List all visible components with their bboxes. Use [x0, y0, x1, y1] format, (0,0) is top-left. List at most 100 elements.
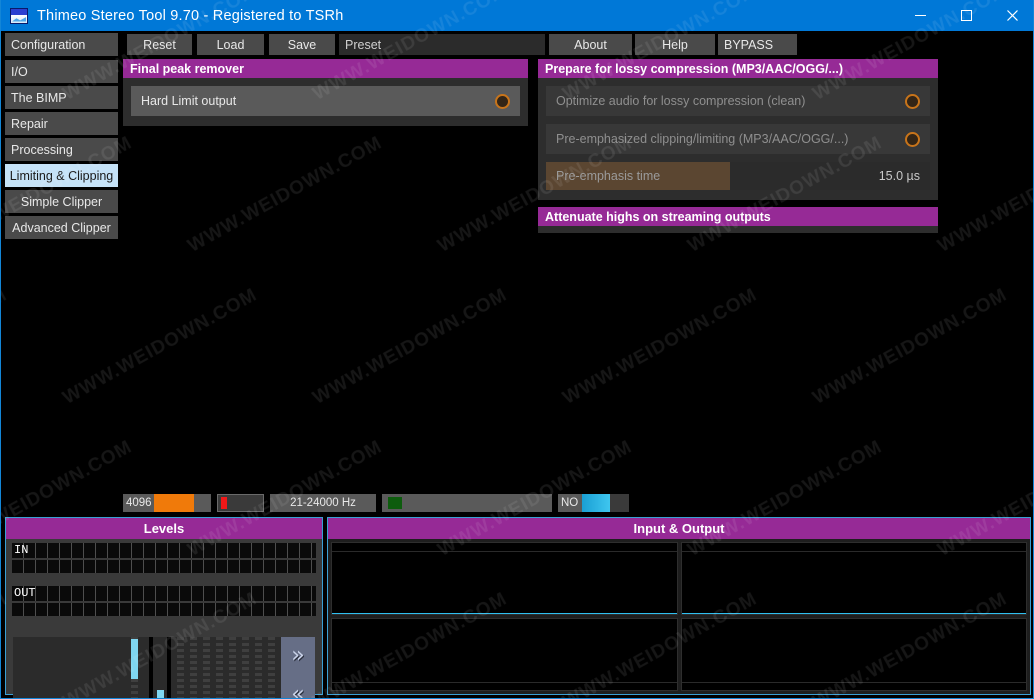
- scope-grid: [331, 542, 1027, 691]
- panel-prepare-for-lossy-compression: Prepare for lossy compression (MP3/AAC/O…: [538, 59, 938, 200]
- buffer-value: 4096: [126, 497, 152, 509]
- window-controls: [897, 0, 1033, 31]
- led-indicator-icon[interactable]: [905, 93, 920, 109]
- no-track: [610, 494, 629, 512]
- led-indicator-icon[interactable]: [495, 93, 510, 109]
- fader-bank[interactable]: » «: [13, 637, 315, 698]
- no-bar: [582, 494, 610, 512]
- sidebar-item-simple-clipper[interactable]: Simple Clipper: [5, 190, 118, 213]
- window-title: Thimeo Stereo Tool 9.70 - Registered to …: [37, 7, 344, 24]
- sidebar-item-io[interactable]: I/O: [5, 60, 118, 83]
- preset-input[interactable]: Preset: [339, 34, 545, 55]
- fader-track[interactable]: [255, 637, 262, 698]
- fader-track[interactable]: [268, 637, 275, 698]
- watermark-text: WWW.WEIDOWN.COM: [559, 284, 761, 409]
- help-button[interactable]: Help: [635, 34, 715, 55]
- minimize-icon[interactable]: [897, 0, 943, 31]
- meter-spacer: [6, 575, 322, 582]
- watermark-text: WWW.WEIDOWN.COM: [809, 284, 1011, 409]
- option-optimize-audio-for-lossy-compression[interactable]: Optimize audio for lossy compression (cl…: [546, 86, 930, 116]
- panel-title-input-output: Input & Output: [328, 518, 1030, 539]
- maximize-icon[interactable]: [943, 0, 989, 31]
- panel-attenuate-highs: Attenuate highs on streaming outputs: [538, 207, 938, 233]
- slider-label: Pre-emphasis time: [556, 169, 661, 183]
- meter-group-in: IN: [6, 539, 322, 573]
- panel-body-attenuate-highs: [538, 226, 938, 233]
- scope-input-bottom[interactable]: [331, 618, 678, 691]
- panel-title-attenuate-highs: Attenuate highs on streaming outputs: [538, 207, 938, 226]
- panel-body-final-peak-remover: Hard Limit output: [123, 78, 528, 126]
- option-pre-emphasized-clipping-limiting[interactable]: Pre-emphasized clipping/limiting (MP3/AA…: [546, 124, 930, 154]
- slider-pre-emphasis-time[interactable]: Pre-emphasis time 15.0 µs: [546, 162, 930, 190]
- sidebar-item-limiting-and-clipping[interactable]: Limiting & Clipping: [5, 164, 118, 187]
- scope-gridline: [332, 551, 677, 552]
- fader-track[interactable]: [190, 637, 197, 698]
- load-button[interactable]: Load: [197, 34, 264, 55]
- panel-levels: Levels IN OUT » «: [5, 517, 323, 698]
- about-button[interactable]: About: [549, 34, 632, 55]
- status-wide-meter: [382, 494, 552, 512]
- option-hard-limit-output[interactable]: Hard Limit output: [131, 86, 520, 116]
- panel-title-levels: Levels: [6, 518, 322, 539]
- watermark-text: WWW.WEIDOWN.COM: [59, 284, 261, 409]
- slider-value: 15.0 µs: [878, 169, 920, 183]
- fader-bank-empty-area: [13, 637, 127, 698]
- watermark-text: WWW.WEIDOWN.COM: [934, 132, 1033, 257]
- close-icon[interactable]: [989, 0, 1033, 31]
- save-button[interactable]: Save: [269, 34, 335, 55]
- fader-handle-cyan[interactable]: [131, 639, 138, 679]
- meter-in-row-1: IN: [12, 543, 316, 558]
- panel-title-final-peak-remover: Final peak remover: [123, 59, 528, 78]
- bypass-button[interactable]: BYPASS: [718, 34, 797, 55]
- toolbar: Configuration Reset Load Save Preset Abo…: [1, 31, 1033, 58]
- sidebar-item-configuration[interactable]: Configuration: [5, 33, 118, 56]
- status-buffer-size[interactable]: 4096: [123, 494, 211, 512]
- sidebar-item-advanced-clipper[interactable]: Advanced Clipper: [5, 216, 118, 239]
- scope-signal-line: [332, 613, 677, 614]
- fader-track[interactable]: [242, 637, 249, 698]
- fader-divider: [167, 637, 171, 698]
- reset-button[interactable]: Reset: [127, 34, 192, 55]
- watermark-text: WWW.WEIDOWN.COM: [184, 132, 386, 257]
- scroll-left-icon[interactable]: «: [291, 683, 304, 698]
- panel-body-lossy-compression: Optimize audio for lossy compression (cl…: [538, 78, 938, 200]
- scope-signal-line: [681, 613, 1026, 614]
- fader-scroll-controls: » «: [281, 637, 315, 698]
- option-label: Hard Limit output: [141, 94, 237, 108]
- fader-track[interactable]: [229, 637, 236, 698]
- stereo-tool-icon: [10, 7, 28, 24]
- sidebar-item-the-bimp[interactable]: The BIMP: [5, 86, 118, 109]
- fader-columns[interactable]: [127, 637, 281, 698]
- no-label: NO: [561, 497, 579, 509]
- meter-out-row-1: OUT: [12, 586, 316, 601]
- status-peak-meter: [217, 494, 264, 512]
- meter-group-out: OUT: [6, 582, 322, 616]
- scope-output-bottom[interactable]: [680, 618, 1027, 691]
- sidebar-item-processing[interactable]: Processing: [5, 138, 118, 161]
- fader-track[interactable]: [177, 637, 184, 698]
- application-window: Thimeo Stereo Tool 9.70 - Registered to …: [0, 0, 1034, 699]
- panel-input-output: Input & Output: [327, 517, 1031, 695]
- status-no-indicator[interactable]: NO: [558, 494, 629, 512]
- fader-track[interactable]: [216, 637, 223, 698]
- option-label: Optimize audio for lossy compression (cl…: [556, 94, 806, 108]
- watermark-text: WWW.WEIDOWN.COM: [1, 284, 11, 409]
- scroll-right-icon[interactable]: »: [291, 645, 304, 667]
- scope-gridline: [332, 682, 677, 683]
- meter-in-label: IN: [14, 543, 29, 557]
- scope-output-top[interactable]: [680, 542, 1027, 615]
- scope-gridline: [681, 551, 1026, 552]
- option-label: Pre-emphasized clipping/limiting (MP3/AA…: [556, 132, 849, 146]
- led-indicator-icon[interactable]: [905, 131, 920, 147]
- status-frequency-range: 21-24000 Hz: [270, 494, 376, 512]
- watermark-text: WWW.WEIDOWN.COM: [309, 284, 511, 409]
- meter-in-row-2: [12, 560, 316, 573]
- title-bar: Thimeo Stereo Tool 9.70 - Registered to …: [1, 0, 1033, 31]
- fader-track[interactable]: [203, 637, 210, 698]
- meter-out-label: OUT: [14, 586, 36, 600]
- scope-input-top[interactable]: [331, 542, 678, 615]
- sidebar-item-repair[interactable]: Repair: [5, 112, 118, 135]
- status-strip: 4096 21-24000 Hz NO: [123, 494, 629, 512]
- fader-handle-cyan[interactable]: [157, 690, 164, 698]
- sidebar-navigation: I/O The BIMP Repair Processing Limiting …: [5, 31, 118, 242]
